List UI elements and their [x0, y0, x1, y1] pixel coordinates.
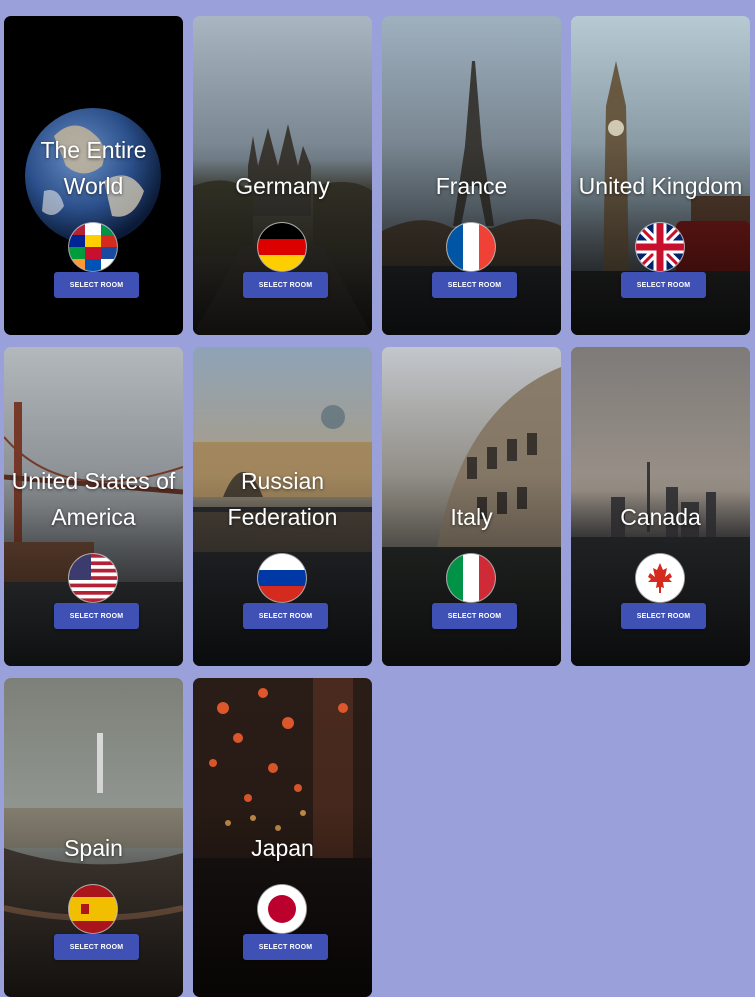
select-room-button[interactable]: SELECT ROOM [432, 272, 517, 298]
room-card-uk: United Kingdom SELECT ROOM [571, 16, 750, 335]
card-title: France [435, 173, 508, 199]
room-card-germany: Germany SELECT ROOM [193, 16, 372, 335]
room-card-france: France SELECT ROOM [382, 16, 561, 335]
room-card-canada: Canada SELECT ROOM [571, 347, 750, 666]
card-title: Russian Federation [227, 468, 338, 530]
france-flag-icon [447, 223, 495, 271]
italy-flag-icon [447, 554, 495, 602]
card-title: Canada [620, 504, 701, 530]
room-card-italy: Italy SELECT ROOM [382, 347, 561, 666]
germany-flag-icon [258, 223, 306, 271]
room-card-world: The Entire World SELECT ROOM [4, 16, 183, 335]
card-title: Japan [251, 835, 314, 861]
card-title: The Entire World [40, 137, 147, 199]
select-room-button[interactable]: SELECT ROOM [243, 934, 328, 960]
select-room-button[interactable]: SELECT ROOM [432, 603, 517, 629]
select-room-button[interactable]: SELECT ROOM [243, 272, 328, 298]
card-title: Italy [450, 504, 493, 530]
card-title: United States of America [11, 468, 176, 530]
select-room-button[interactable]: SELECT ROOM [621, 272, 706, 298]
spain-flag-icon [69, 885, 117, 933]
select-room-button[interactable]: SELECT ROOM [54, 603, 139, 629]
russia-flag-icon [258, 554, 306, 602]
japan-flag-icon [258, 885, 306, 933]
card-title: Germany [235, 173, 330, 199]
room-card-japan: Japan SELECT ROOM [193, 678, 372, 997]
select-room-button[interactable]: SELECT ROOM [243, 603, 328, 629]
room-card-spain: Spain SELECT ROOM [4, 678, 183, 997]
room-card-russia: Russian Federation SELECT ROOM [193, 347, 372, 666]
card-title: United Kingdom [578, 173, 743, 199]
select-room-button[interactable]: SELECT ROOM [54, 934, 139, 960]
select-room-button[interactable]: SELECT ROOM [54, 272, 139, 298]
canada-flag-icon [636, 554, 684, 602]
select-room-button[interactable]: SELECT ROOM [621, 603, 706, 629]
room-card-usa: United States of America SELECT ROOM [4, 347, 183, 666]
world-flags-icon [69, 223, 117, 271]
card-title: Spain [64, 835, 123, 861]
uk-flag-icon [636, 223, 684, 271]
usa-flag-icon [69, 554, 117, 602]
